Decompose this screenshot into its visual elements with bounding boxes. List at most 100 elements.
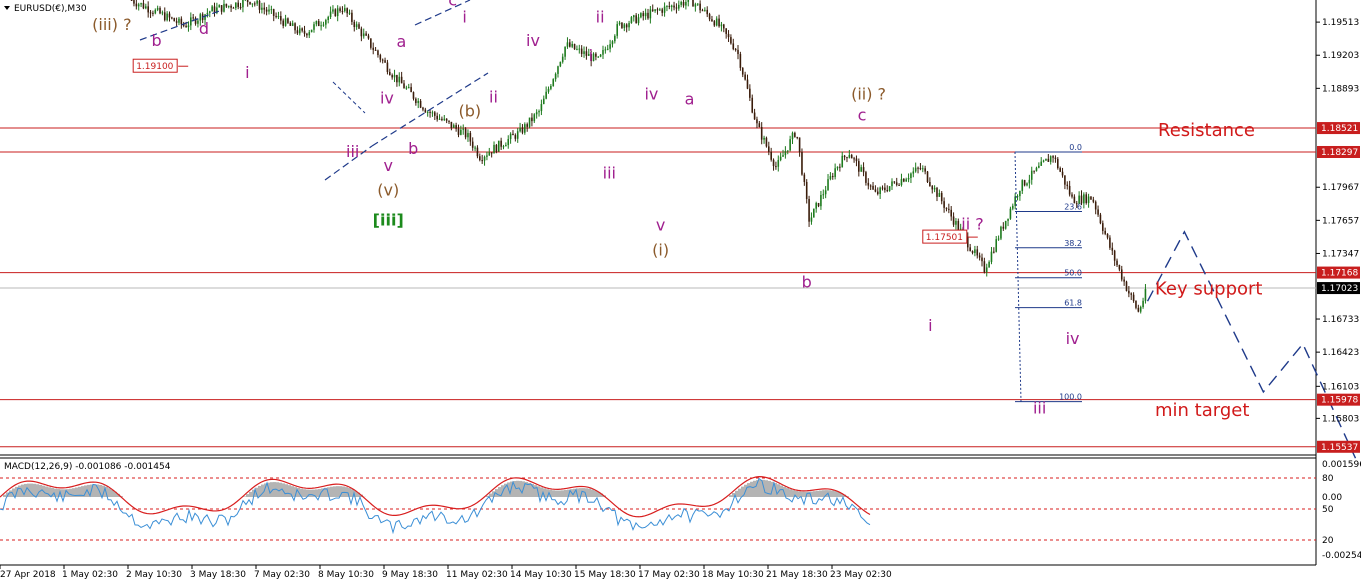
candle-body — [846, 157, 848, 159]
candle-body — [348, 12, 351, 14]
candle-body — [249, 1, 251, 5]
candle-body — [500, 140, 502, 147]
candle-body — [948, 208, 950, 210]
candle-body — [1123, 279, 1125, 282]
candle-body — [1137, 307, 1140, 312]
candle-body — [858, 161, 860, 172]
candle-body — [457, 128, 460, 135]
candle-body — [135, 3, 138, 7]
candle-body — [405, 87, 408, 89]
candle-body — [1135, 300, 1137, 308]
candle-body — [232, 7, 235, 9]
candle-body — [777, 160, 780, 167]
fib-level-label: 23.6 — [1064, 202, 1082, 211]
candle-body — [1038, 165, 1040, 168]
candle-body — [1033, 170, 1035, 172]
candle-body — [635, 15, 637, 24]
candle-body — [775, 166, 777, 168]
candle-body — [322, 24, 325, 26]
candle-body — [528, 117, 531, 127]
wave-label: iv — [644, 84, 658, 103]
candle-body — [1057, 158, 1059, 169]
candle-body — [524, 124, 526, 133]
candle-body — [561, 56, 564, 62]
candle-body — [410, 87, 412, 93]
candle-body — [531, 117, 533, 122]
macd-axis-label: 0.001596 — [1322, 460, 1361, 470]
candle-body — [651, 9, 654, 11]
candle-body — [493, 144, 495, 154]
candle-body — [403, 83, 405, 89]
macd-histogram-bar — [69, 488, 72, 497]
candle-body — [914, 167, 917, 172]
candle-body — [730, 37, 732, 44]
time-tick-label: 3 May 18:30 — [190, 570, 246, 580]
price-chart[interactable]: EURUSD(€),M30 0.0 23.6 38.2 50.0 61.8 100.0 v… — [0, 0, 1361, 583]
candle-body — [1019, 190, 1021, 197]
candle-body — [786, 150, 789, 152]
candle-body — [412, 92, 415, 99]
candle-body — [741, 67, 744, 75]
wave-label: (b) — [458, 101, 481, 120]
candle-body — [490, 152, 493, 154]
candle-body — [291, 23, 294, 26]
candle-body — [313, 24, 315, 30]
macd-histogram-bar — [342, 486, 345, 497]
candle-body — [1059, 168, 1061, 172]
candle-body — [152, 12, 154, 14]
candle-body — [1045, 158, 1047, 161]
candle-body — [287, 18, 289, 23]
candle-body — [280, 16, 282, 21]
time-tick-label: 21 May 18:30 — [766, 570, 828, 580]
candle-body — [1004, 220, 1007, 229]
candle-body — [343, 8, 346, 12]
candle-body — [614, 35, 616, 42]
wave-label: v — [91, 0, 100, 4]
candle-body — [270, 9, 273, 11]
candle-body — [1021, 180, 1024, 191]
candle-body — [481, 160, 483, 162]
candle-body — [739, 54, 742, 68]
candle-body — [298, 28, 301, 34]
candle-body — [448, 120, 450, 122]
candle-body — [881, 187, 884, 189]
candle-body — [353, 21, 356, 28]
time-tick-label: 2 May 10:30 — [126, 570, 182, 580]
candle-body — [820, 194, 822, 207]
macd-histogram-bar — [288, 485, 291, 497]
candle-body — [1011, 205, 1014, 209]
candle-body — [547, 88, 550, 92]
candle-body — [1097, 209, 1099, 215]
candle-body — [995, 239, 998, 252]
fib-level-label: 61.8 — [1064, 299, 1082, 308]
candle-body — [1130, 293, 1133, 295]
macd-label: MACD(12,26,9) -0.001086 -0.001454 — [4, 462, 171, 472]
candle-body — [708, 14, 711, 20]
candle-body — [997, 238, 1000, 240]
candle-body — [533, 114, 536, 122]
candle-body — [760, 127, 763, 140]
price-tick-label: 1.16103 — [1322, 382, 1359, 392]
candle-body — [1009, 208, 1012, 219]
candle-body — [905, 179, 907, 182]
price-tick-label: 1.18893 — [1322, 84, 1359, 94]
candle-body — [1061, 171, 1064, 176]
candle-body — [253, 3, 256, 5]
candle-body — [618, 22, 621, 25]
price-tick-label: 1.16733 — [1322, 315, 1359, 325]
candle-body — [230, 5, 232, 8]
wave-label: i — [589, 46, 593, 65]
macd-axis-label: 0.00 — [1322, 493, 1342, 503]
candle-body — [133, 0, 135, 4]
candle-body — [296, 30, 299, 34]
candle-body — [1083, 194, 1085, 204]
candle-body — [895, 182, 898, 185]
candle-body — [872, 185, 874, 190]
candle-body — [1087, 196, 1090, 204]
macd-axis-label: 50 — [1322, 505, 1334, 515]
candle-body — [505, 145, 507, 147]
wave-label: (i) — [652, 240, 669, 259]
candle-body — [644, 12, 647, 17]
candle-body — [154, 9, 157, 14]
time-tick-label: 18 May 10:30 — [702, 570, 764, 580]
